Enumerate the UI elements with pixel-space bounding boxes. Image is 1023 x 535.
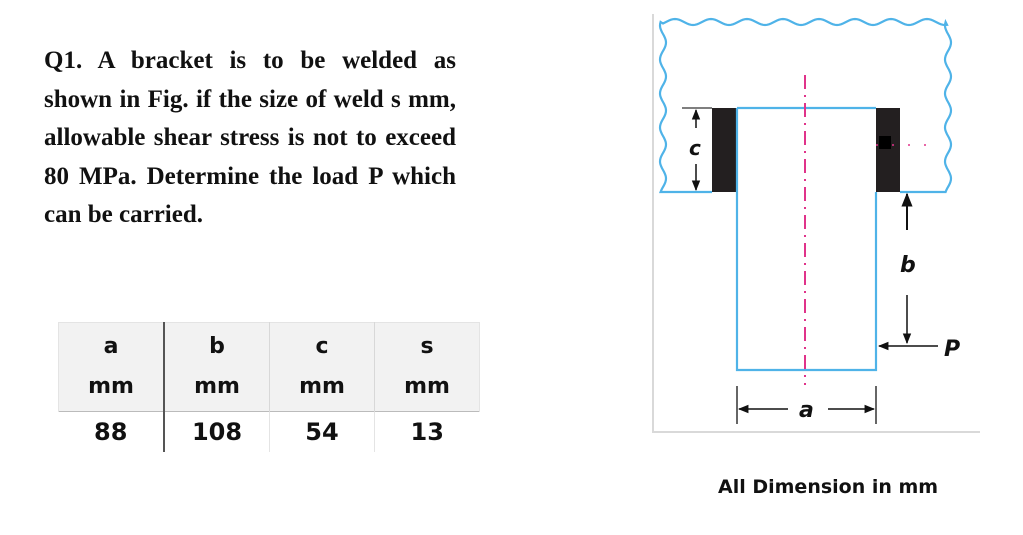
- p-label: P: [944, 337, 960, 362]
- right-weld: [876, 108, 900, 192]
- weld-centroid-marker: [879, 136, 891, 149]
- a-label: a: [799, 398, 814, 423]
- c-label: c: [689, 136, 701, 160]
- b-label: b: [900, 253, 916, 278]
- dimension-note: All Dimension in mm: [718, 476, 939, 498]
- bracket-plate: [735, 106, 878, 372]
- bracket-figure: c b P a: [652, 14, 980, 433]
- left-weld: [712, 108, 737, 192]
